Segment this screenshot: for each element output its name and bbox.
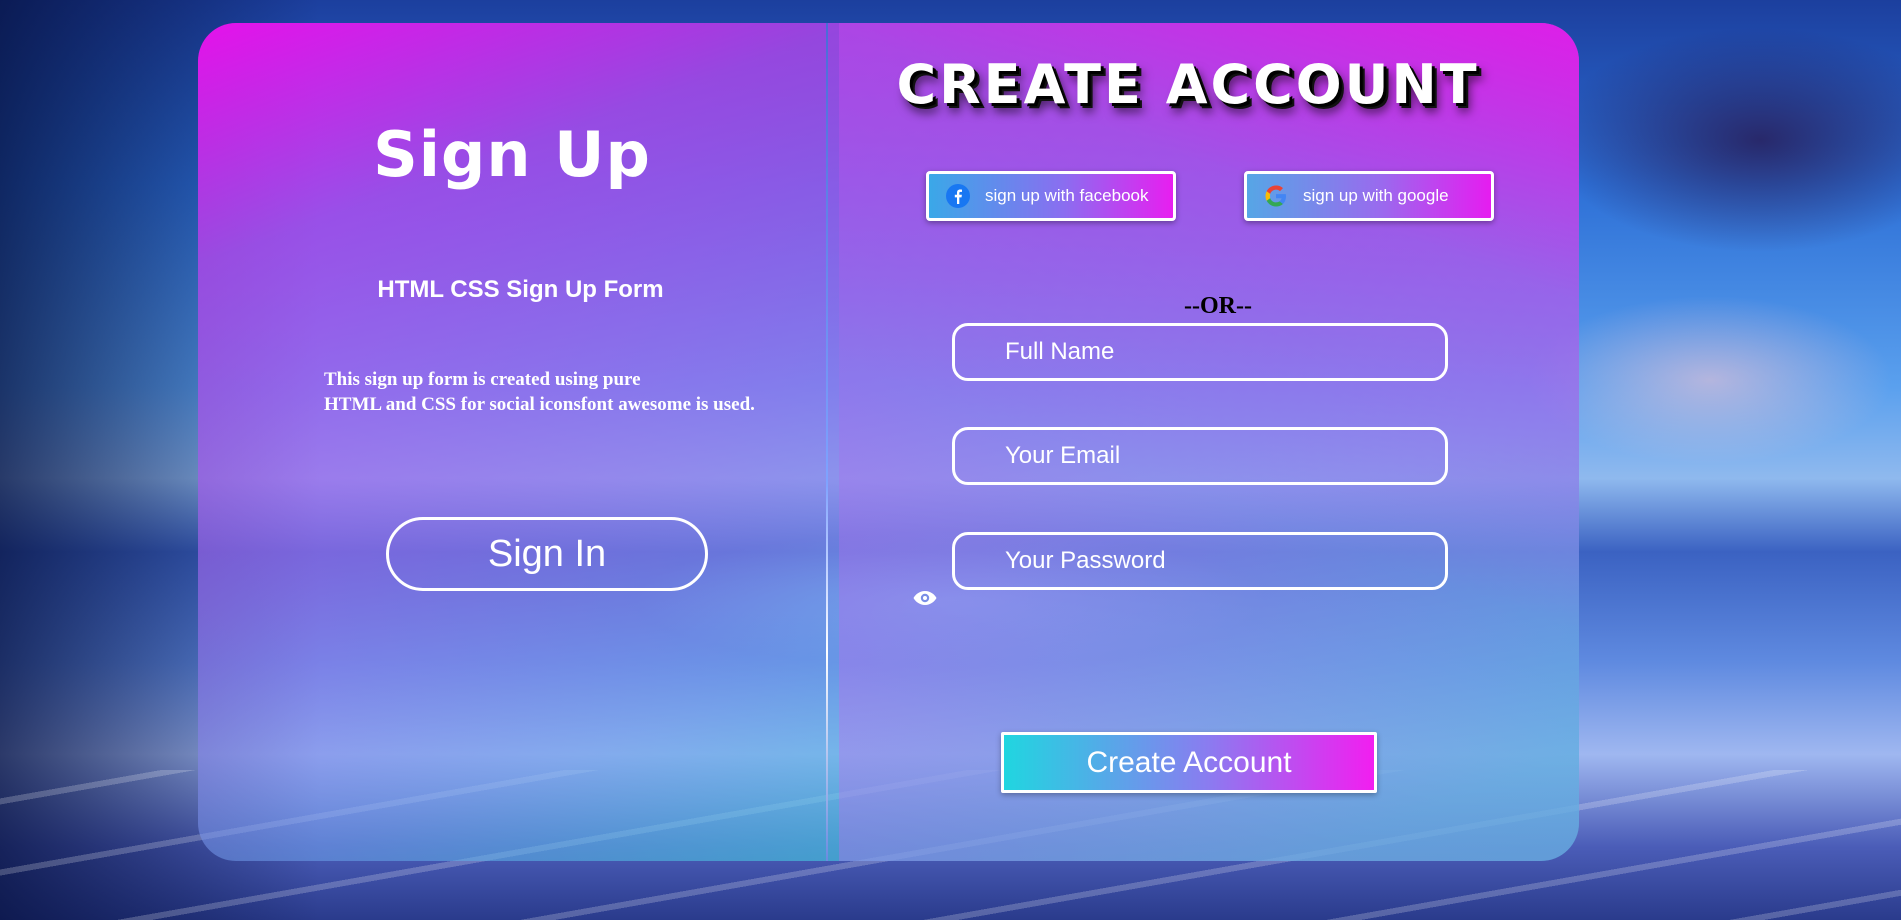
description: This sign up form is created using pure …	[324, 367, 824, 417]
signup-card: Sign Up HTML CSS Sign Up Form This sign …	[198, 23, 1579, 861]
full-name-input[interactable]	[952, 323, 1448, 381]
facebook-signup-label: sign up with facebook	[985, 186, 1149, 205]
left-panel: Sign Up HTML CSS Sign Up Form This sign …	[198, 23, 826, 861]
sign-in-button[interactable]: Sign In	[386, 517, 708, 591]
password-input[interactable]	[952, 532, 1448, 590]
email-input[interactable]	[952, 427, 1448, 485]
google-signup-button[interactable]: sign up with google	[1244, 171, 1494, 221]
or-separator: --OR--	[1184, 293, 1252, 319]
description-line-1: This sign up form is created using pure	[324, 369, 641, 390]
right-panel: CREATE ACCOUNT sign up with facebook sig…	[828, 23, 1579, 861]
signup-title: Sign Up	[373, 118, 651, 191]
description-line-2: HTML and CSS for social iconsfont awesom…	[324, 394, 755, 415]
form-subtitle: HTML CSS Sign Up Form	[377, 276, 664, 303]
eye-icon[interactable]	[912, 589, 938, 607]
google-signup-label: sign up with google	[1303, 186, 1449, 205]
google-icon	[1263, 183, 1289, 209]
create-account-title: CREATE ACCOUNT	[896, 53, 1480, 116]
facebook-signup-button[interactable]: sign up with facebook	[926, 171, 1176, 221]
create-account-button[interactable]: Create Account	[1001, 732, 1377, 793]
facebook-icon	[945, 183, 971, 209]
